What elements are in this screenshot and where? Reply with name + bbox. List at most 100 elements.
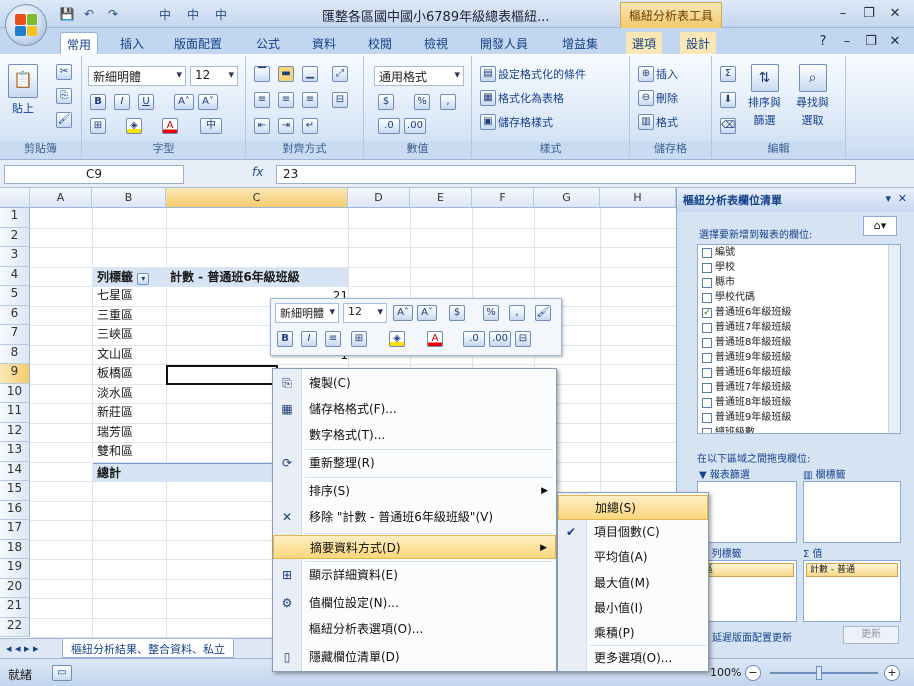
row-header-12[interactable]: 12 (0, 422, 30, 442)
help-icon[interactable]: ? (812, 32, 834, 50)
italic-button[interactable]: I (114, 94, 130, 110)
field-item[interactable]: 普通班7年級班級 (698, 380, 900, 395)
submenu-item[interactable]: 最小值(I) (558, 596, 708, 621)
field-item[interactable]: 普通班8年級班級 (698, 395, 900, 410)
pivot-row-label-header[interactable]: 列標籤 ▾ (93, 268, 166, 287)
undo-icon[interactable]: ↶ (80, 5, 98, 23)
format-cells-button[interactable]: ▥ 格式 (638, 114, 678, 130)
field-checkbox[interactable] (702, 352, 712, 363)
row-header-1[interactable]: 1 (0, 208, 30, 228)
tab-pivot-design[interactable]: 設計 (680, 32, 717, 54)
mini-increase-decimal-icon[interactable]: .0 (463, 331, 485, 347)
submenu-item[interactable]: 乘積(P) (558, 621, 708, 646)
row-header-4[interactable]: 4 (0, 266, 30, 286)
comma-button[interactable]: , (440, 94, 456, 110)
mini-bold-button[interactable]: B (277, 331, 293, 347)
align-top-icon[interactable]: ▔ (254, 66, 270, 82)
field-item[interactable]: 學校代碼 (698, 290, 900, 305)
field-list[interactable]: 編號 學校 縣市 學校代碼 ✓ 普通班6年級班級 普通班7年級班級 普通班8年級班級 普通班9年… (697, 244, 901, 434)
column-header-g[interactable]: G (534, 188, 600, 208)
fill-icon[interactable]: ⬇ (720, 92, 736, 108)
sort-filter-button[interactable]: ⇅ 排序與 篩選 (748, 64, 781, 128)
tab-pivot-options[interactable]: 選項 (626, 32, 663, 54)
pane-menu-icon[interactable]: ▾ (885, 192, 891, 205)
tab-home[interactable]: 常用 (60, 32, 99, 54)
quick-access-custom-3[interactable]: 中 (208, 5, 234, 23)
grow-font-button[interactable]: A˄ (174, 94, 194, 110)
delete-cells-button[interactable]: ⊖ 刪除 (638, 90, 678, 106)
row-labels-area[interactable]: 區 (697, 560, 797, 622)
context-menu-item[interactable]: 排序(S) ▶ (273, 479, 556, 503)
row-header-17[interactable]: 17 (0, 520, 30, 540)
field-item[interactable]: 學校 (698, 260, 900, 275)
close-button[interactable]: ✕ (884, 4, 906, 22)
row-header-21[interactable]: 21 (0, 598, 30, 618)
row-header-3[interactable]: 3 (0, 247, 30, 267)
submenu-item[interactable]: 更多選項(O)... (558, 646, 708, 671)
phonetic-icon[interactable]: 中 (200, 118, 222, 134)
tab-data[interactable]: 資料 (306, 32, 342, 54)
context-menu-item[interactable]: ⎘ 複製(C) (273, 371, 556, 395)
context-menu-item[interactable]: ▯ 隱藏欄位清單(D) (273, 645, 556, 669)
fill-color-icon[interactable]: ◈ (126, 118, 142, 134)
quick-access-custom-2[interactable]: 中 (180, 5, 206, 23)
pivot-row-item[interactable]: 板橋區 (93, 364, 165, 383)
mini-comma-button[interactable]: , (509, 305, 525, 321)
tab-insert[interactable]: 插入 (114, 32, 150, 54)
update-button[interactable]: 更新 (843, 626, 899, 644)
row-header-2[interactable]: 2 (0, 227, 30, 247)
field-item[interactable]: 總班級數 (698, 425, 900, 433)
row-header-22[interactable]: 22 (0, 617, 30, 637)
field-item[interactable]: 編號 (698, 245, 900, 260)
underline-button[interactable]: U (138, 94, 154, 110)
doc-close-button[interactable]: ✕ (884, 32, 906, 50)
context-menu-item[interactable]: ✕ 移除 "計數 - 普通班6年級班級"(V) (273, 505, 556, 529)
field-checkbox[interactable] (702, 277, 712, 288)
field-checkbox[interactable] (702, 292, 712, 303)
mini-border-icon[interactable]: ⊞ (351, 331, 367, 347)
column-header-c[interactable]: C (166, 188, 348, 208)
office-button[interactable] (5, 4, 47, 46)
selected-cell-c9[interactable] (166, 365, 278, 385)
field-item[interactable]: 普通班7年級班級 (698, 320, 900, 335)
insert-cells-button[interactable]: ⊕ 插入 (638, 66, 678, 82)
mini-fill-color-icon[interactable]: ◈ (389, 331, 405, 347)
align-middle-icon[interactable]: ▬ (278, 66, 294, 82)
row-header-20[interactable]: 20 (0, 578, 30, 598)
context-menu-item[interactable]: ⊞ 顯示詳細資料(E) (273, 563, 556, 587)
row-header-16[interactable]: 16 (0, 500, 30, 520)
row-header-13[interactable]: 13 (0, 442, 30, 462)
mini-font-color-icon[interactable]: A (427, 331, 443, 347)
mini-format-painter-icon[interactable]: 🖌 (535, 305, 551, 321)
tab-developer[interactable]: 開發人員 (474, 32, 534, 54)
context-menu-item[interactable]: ⟳ 重新整理(R) (273, 451, 556, 475)
restore-button[interactable]: ❐ (858, 4, 880, 22)
field-checkbox[interactable] (702, 367, 712, 378)
percent-button[interactable]: % (414, 94, 430, 110)
zoom-out-button[interactable]: − (745, 665, 761, 681)
submenu-item[interactable]: 加總(S) (558, 495, 708, 520)
font-size-combo[interactable]: 12 (190, 66, 238, 86)
submenu-item[interactable]: 最大值(M) (558, 571, 708, 596)
field-checkbox[interactable] (702, 382, 712, 393)
number-format-combo[interactable]: 通用格式 (374, 66, 464, 86)
field-checkbox[interactable]: ✓ (702, 307, 712, 318)
field-item[interactable]: 普通班9年級班級 (698, 410, 900, 425)
paste-button[interactable]: 📋 貼上 (8, 64, 38, 116)
column-header-f[interactable]: F (472, 188, 534, 208)
decrease-indent-icon[interactable]: ⇤ (254, 118, 270, 134)
tab-view[interactable]: 檢視 (418, 32, 454, 54)
decrease-decimal-icon[interactable]: .00 (404, 118, 426, 134)
row-header-10[interactable]: 10 (0, 383, 30, 403)
mini-percent-button[interactable]: % (483, 305, 499, 321)
row-header-15[interactable]: 15 (0, 481, 30, 501)
formula-input[interactable]: 23 (276, 165, 856, 184)
orientation-icon[interactable]: ⤢ (332, 66, 348, 82)
context-menu-item[interactable]: 樞紐分析表選項(O)... (273, 617, 556, 641)
field-item[interactable]: 普通班6年級班級 (698, 365, 900, 380)
name-box[interactable]: C9 (4, 165, 184, 184)
pivot-row-item[interactable]: 瑞芳區 (93, 423, 165, 442)
column-header-h[interactable]: H (600, 188, 676, 208)
sheet-nav-arrows[interactable]: ◂ ◂ ▸ ▸ (6, 642, 39, 655)
minimize-button[interactable]: – (832, 4, 854, 22)
